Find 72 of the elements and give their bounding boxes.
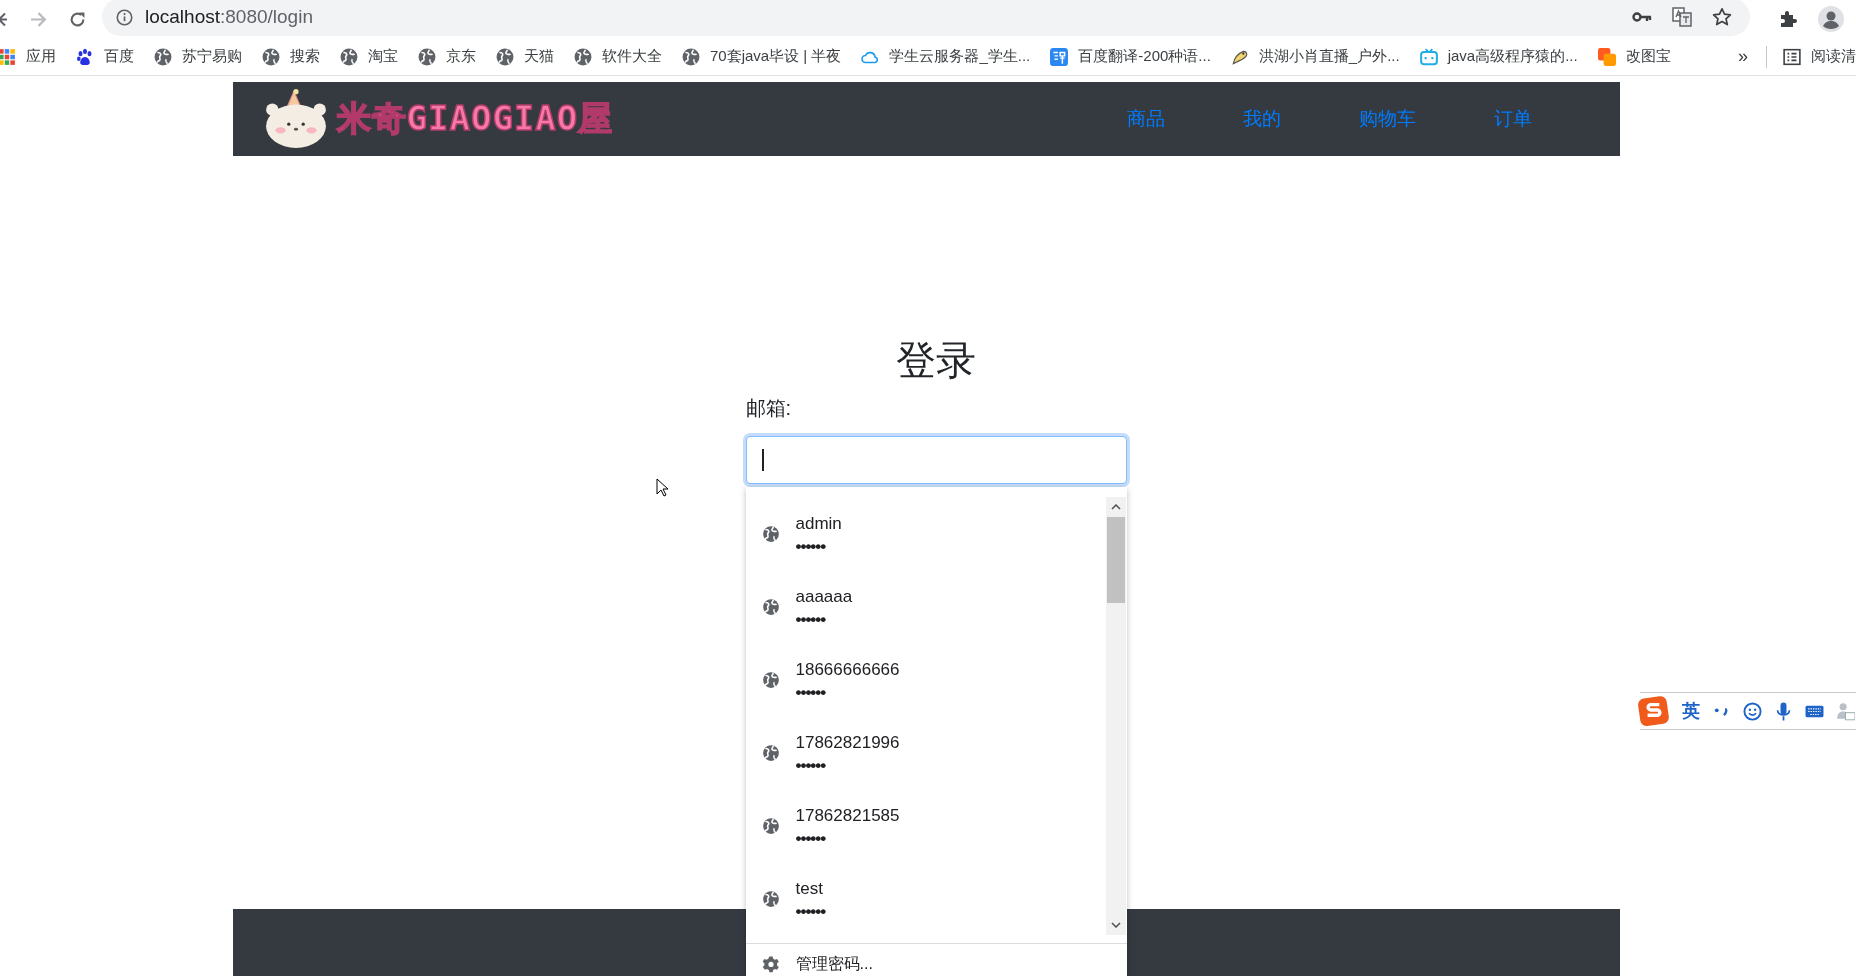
globe-icon [761, 743, 780, 762]
masked-password-text: •••••• [795, 612, 827, 627]
bookmark[interactable]: 百度 [76, 47, 134, 66]
puzzle-piece-icon[interactable] [1778, 9, 1798, 29]
bookmark[interactable]: 淘宝 [340, 47, 398, 66]
url-text: localhost:8080/login [145, 6, 313, 28]
globe-icon [761, 816, 780, 835]
username-text: aaaaaa [795, 586, 853, 607]
scrollbar-drawing[interactable] [1105, 497, 1126, 935]
mouse-pointer-icon [655, 478, 668, 497]
more-bookmarks-button[interactable]: » [1738, 46, 1748, 67]
masked-password-text: •••••• [795, 539, 827, 554]
bookmark[interactable]: 学生云服务器_学生... [861, 47, 1031, 66]
globe-icon [262, 47, 280, 66]
bookmark[interactable]: 搜索 [262, 47, 320, 66]
username-text: 18666666666 [795, 659, 900, 680]
email-label: 邮箱: [745, 396, 793, 421]
info-icon [116, 8, 133, 26]
reading-list-icon [1783, 47, 1801, 66]
profile-avatar-icon[interactable] [1818, 6, 1844, 32]
masked-password-text: •••••• [795, 831, 827, 846]
overlapping-squares-icon [1597, 47, 1616, 66]
back-arrow-icon[interactable] [0, 10, 8, 28]
saved-login-item[interactable]: 17862821585 •••••• [745, 789, 1106, 862]
globe-icon [418, 47, 436, 66]
globe-icon [761, 889, 780, 908]
username-text: test [795, 878, 824, 899]
ime-mode-toggle[interactable]: 英 [1682, 699, 1700, 723]
microphone-icon[interactable] [1774, 701, 1793, 721]
saved-login-item[interactable]: 17862821996 •••••• [745, 716, 1106, 789]
bookmark[interactable]: 天猫 [496, 47, 554, 66]
bookmark[interactable]: 洪湖小肖直播_户外... [1230, 47, 1400, 66]
smiley-icon[interactable] [1743, 701, 1762, 721]
masked-password-text: •••••• [795, 904, 826, 919]
bookmark[interactable]: 百度翻译-200种语... [1050, 47, 1211, 66]
username-text: admin [795, 513, 842, 534]
apps-grid-icon [0, 47, 16, 66]
saved-login-item[interactable]: 18666666666 •••••• [745, 643, 1106, 716]
username-text: 17862821585 [795, 805, 900, 826]
username-text: 17862821996 [795, 732, 900, 753]
saved-login-item[interactable]: admin •••••• [745, 497, 1106, 570]
masked-password-text: •••••• [795, 758, 827, 773]
globe-icon [761, 670, 780, 689]
reading-list-button[interactable]: 阅读清 [1783, 47, 1856, 66]
translate-icon [1050, 47, 1069, 66]
text-cursor [761, 449, 764, 471]
bookmark[interactable]: 70套java毕设 | 半夜 [682, 47, 842, 66]
globe-icon [496, 47, 514, 66]
globe-icon [154, 47, 172, 66]
bookmark[interactable]: 苏宁易购 [154, 47, 242, 66]
email-field[interactable] [745, 436, 1127, 484]
tv-icon [1419, 47, 1438, 66]
bookmark[interactable]: 应用 [0, 47, 56, 66]
login-title: 登录 [895, 337, 977, 384]
reload-icon[interactable] [69, 10, 86, 28]
masked-password-text: •••••• [795, 685, 827, 700]
bookmark[interactable]: 软件大全 [574, 47, 662, 66]
bookmark[interactable]: 改图宝 [1597, 47, 1671, 66]
address-bar[interactable]: localhost:8080/login [102, 0, 1750, 36]
globe-icon [574, 47, 592, 66]
bookmark[interactable]: 京东 [418, 47, 476, 66]
globe-icon [761, 524, 780, 543]
saved-login-item[interactable]: aaaaaa •••••• [745, 570, 1106, 643]
paw-icon [76, 47, 94, 66]
star-icon[interactable] [1712, 7, 1732, 27]
translate-icon[interactable] [1672, 7, 1692, 27]
s-logo-icon[interactable] [1638, 695, 1670, 727]
bookmark[interactable]: java高级程序猿的... [1419, 47, 1578, 66]
saved-login-item[interactable]: test •••••• [745, 862, 1106, 935]
globe-icon [682, 47, 700, 66]
globe-icon [761, 597, 780, 616]
globe-icon [340, 47, 358, 66]
